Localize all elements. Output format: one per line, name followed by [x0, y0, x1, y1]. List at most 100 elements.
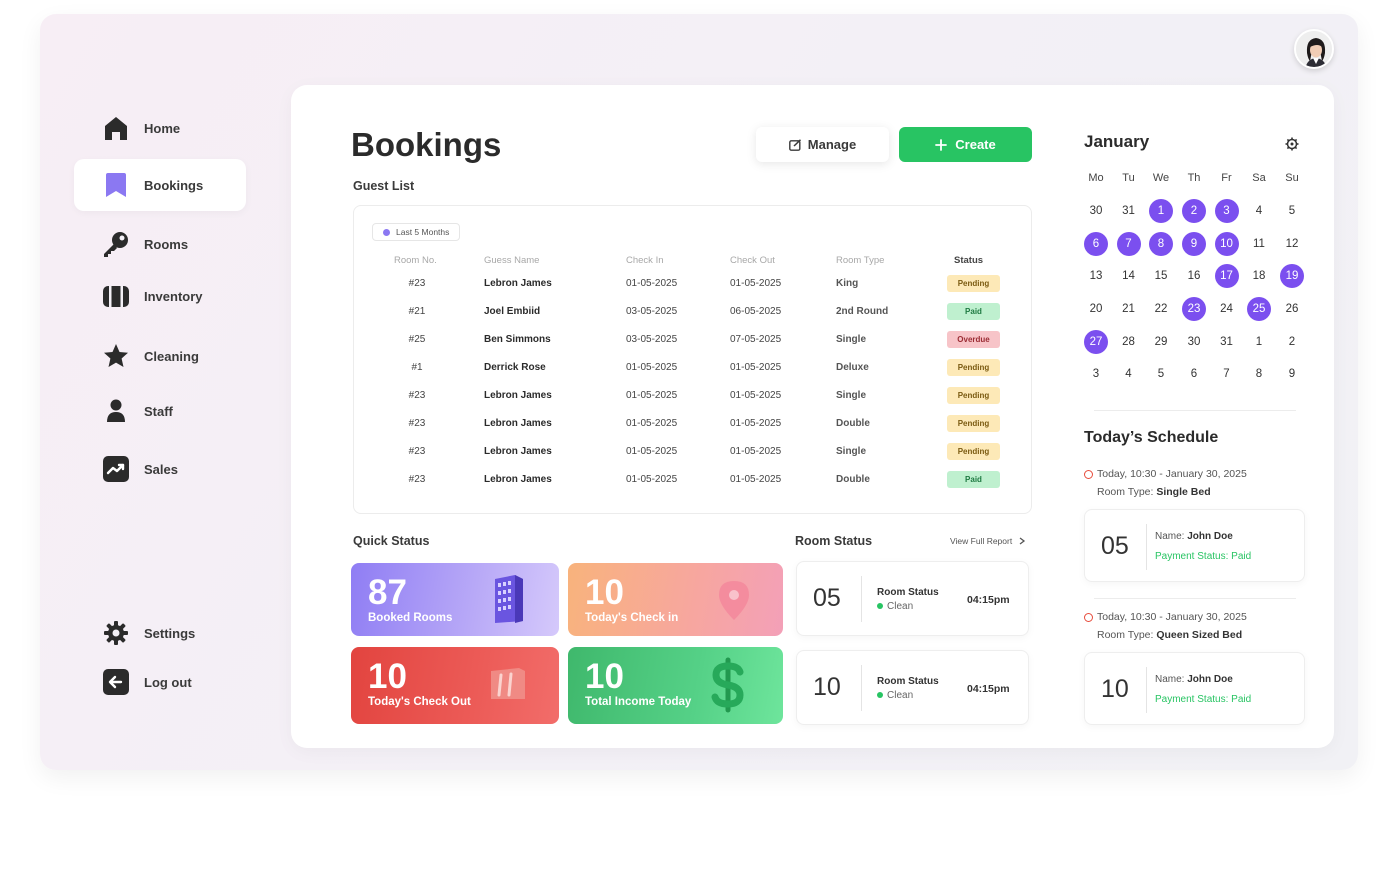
payment-status: Payment Status: Paid [1155, 551, 1251, 562]
column-header-check-in[interactable]: Check In [626, 255, 664, 266]
card-divider [861, 665, 862, 711]
calendar-day[interactable]: 2 [1182, 199, 1206, 223]
calendar-day[interactable]: 4 [1117, 362, 1141, 386]
cell-check-in: 01-05-2025 [626, 474, 678, 485]
tile-check-in[interactable]: 10 Today's Check in [568, 563, 783, 636]
status-badge: Paid [947, 471, 1000, 488]
calendar-day[interactable]: 14 [1117, 264, 1141, 288]
calendar-day[interactable]: 30 [1084, 199, 1108, 223]
sidebar-item-bookings[interactable]: Bookings [74, 159, 246, 211]
calendar-day[interactable]: 28 [1117, 330, 1141, 354]
calendar-day[interactable]: 9 [1280, 362, 1304, 386]
column-header-room[interactable]: Room No. [394, 255, 437, 266]
sidebar-item-staff[interactable]: Staff [74, 385, 246, 437]
calendar-day[interactable]: 18 [1247, 264, 1271, 288]
schedule-divider [1094, 598, 1296, 599]
sidebar-item-sales[interactable]: Sales [74, 443, 246, 495]
sidebar-item-label: Inventory [144, 288, 203, 304]
calendar-day[interactable]: 8 [1247, 362, 1271, 386]
calendar-day[interactable]: 9 [1182, 231, 1206, 256]
calendar-settings-icon[interactable] [1285, 137, 1299, 156]
calendar-day[interactable]: 8 [1149, 231, 1173, 256]
calendar-day[interactable]: 6 [1182, 362, 1206, 386]
view-full-report-label: View Full Report [950, 536, 1013, 546]
column-header-status[interactable]: Status [954, 255, 983, 266]
calendar-day[interactable]: 7 [1116, 231, 1141, 256]
calendar-day[interactable]: 4 [1247, 199, 1271, 223]
calendar-day[interactable]: 7 [1215, 362, 1239, 386]
calendar-day[interactable]: 3 [1084, 362, 1108, 386]
column-header-check-out[interactable]: Check Out [730, 255, 775, 266]
sidebar-item-inventory[interactable]: Inventory [74, 270, 246, 322]
calendar-day[interactable]: 13 [1084, 264, 1108, 288]
column-header-room-type[interactable]: Room Type [836, 255, 884, 266]
cell-check-in: 03-05-2025 [626, 306, 678, 317]
calendar-day[interactable]: 23 [1182, 297, 1206, 321]
tile-booked-rooms[interactable]: 87 Booked Rooms [351, 563, 559, 636]
calendar-day[interactable]: 17 [1214, 264, 1239, 288]
calendar-day[interactable]: 15 [1149, 264, 1173, 288]
calendar-day[interactable]: 1 [1149, 199, 1173, 223]
view-full-report-link[interactable]: View Full Report [950, 536, 1026, 546]
calendar-day[interactable]: 25 [1247, 297, 1271, 321]
create-button[interactable]: Create [899, 127, 1032, 162]
calendar-day[interactable]: 29 [1149, 330, 1173, 354]
calendar-day[interactable]: 21 [1117, 297, 1141, 321]
calendar-day[interactable]: 10 [1214, 231, 1239, 256]
cell-room: #23 [408, 278, 426, 289]
calendar-day[interactable]: 26 [1280, 297, 1304, 321]
calendar-day[interactable]: 5 [1280, 199, 1304, 223]
tile-label: Today's Check in [585, 612, 679, 624]
calendar-day[interactable]: 16 [1182, 264, 1206, 288]
column-header-name[interactable]: Guess Name [484, 255, 539, 266]
sidebar-item-rooms[interactable]: Rooms [74, 218, 246, 270]
schedule-card[interactable]: 05 Name: John Doe Payment Status: Paid [1084, 509, 1305, 582]
calendar-day[interactable]: 22 [1149, 297, 1173, 321]
tile-income-today[interactable]: 10 Total Income Today [568, 647, 783, 724]
calendar-day[interactable]: 24 [1215, 297, 1239, 321]
filter-chip[interactable]: Last 5 Months [372, 223, 460, 241]
calendar-day[interactable]: 30 [1182, 330, 1206, 354]
manage-button[interactable]: Manage [756, 127, 889, 162]
schedule-card[interactable]: 10 Name: John Doe Payment Status: Paid [1084, 652, 1305, 725]
cell-check-in: 01-05-2025 [626, 418, 678, 429]
schedule-marker-icon [1084, 470, 1093, 479]
cell-check-out: 01-05-2025 [730, 474, 782, 485]
calendar-day[interactable]: 1 [1247, 330, 1271, 354]
room-status-time: 04:15pm [967, 683, 1010, 695]
calendar-day[interactable]: 31 [1117, 199, 1141, 223]
cell-room: #1 [411, 362, 423, 373]
page-title: Bookings [351, 126, 502, 163]
sidebar-item-home[interactable]: Home [74, 102, 246, 154]
schedule-divider [1094, 410, 1296, 411]
calendar-day[interactable]: 2 [1280, 330, 1304, 354]
calendar-day[interactable]: 11 [1247, 232, 1271, 256]
sidebar-item-cleaning[interactable]: Cleaning [74, 330, 246, 382]
schedule-time: Today, 10:30 - January 30, 2025 [1097, 611, 1247, 623]
calendar-day[interactable]: 5 [1149, 362, 1173, 386]
calendar-day[interactable]: 6 [1084, 231, 1108, 256]
room-status-time: 04:15pm [967, 594, 1010, 606]
room-status-card[interactable]: 05 Room Status Clean 04:15pm [796, 561, 1029, 636]
tile-check-out[interactable]: 10 Today's Check Out [351, 647, 559, 724]
logout-icon [102, 668, 130, 696]
calendar-day[interactable]: 12 [1280, 232, 1304, 256]
schedule-title: Today’s Schedule [1084, 429, 1219, 446]
calendar-day[interactable]: 31 [1215, 330, 1239, 354]
cell-guest-name: Derrick Rose [484, 362, 546, 373]
guest-list-table [353, 205, 1032, 514]
calendar-day[interactable]: 19 [1280, 264, 1304, 288]
cell-check-out: 01-05-2025 [730, 362, 782, 373]
weekday-label: We [1152, 172, 1170, 184]
key-icon [102, 230, 130, 258]
calendar-day[interactable]: 27 [1084, 329, 1108, 354]
sidebar-item-label: Bookings [144, 177, 204, 193]
sidebar-item-settings[interactable]: Settings [74, 607, 246, 659]
cell-guest-name: Lebron James [484, 278, 552, 289]
room-status-card[interactable]: 10 Room Status Clean 04:15pm [796, 650, 1029, 725]
calendar-day[interactable]: 3 [1214, 199, 1239, 223]
tile-number: 10 [368, 657, 407, 696]
calendar-day[interactable]: 20 [1084, 297, 1108, 321]
user-avatar[interactable] [1294, 29, 1334, 69]
sidebar-item-logout[interactable]: Log out [74, 656, 246, 708]
